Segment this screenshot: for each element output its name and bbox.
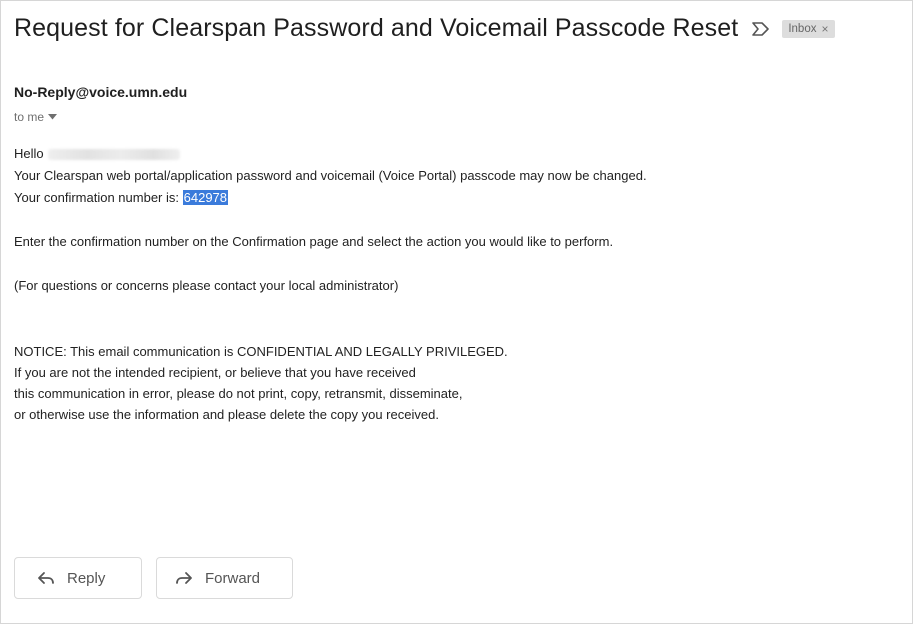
forward-label: Forward [205,569,261,587]
inbox-label-text: Inbox [788,22,817,35]
reply-label: Reply [67,569,106,587]
inbox-label-chip[interactable]: Inbox × [782,19,835,38]
email-body: Hello Your Clearspan web portal/applicat… [14,143,647,425]
confirmation-line: Your confirmation number is: 642978 [14,187,647,209]
chevron-down-icon [48,114,58,120]
reply-button[interactable]: Reply [14,557,142,599]
notice-line: or otherwise use the information and ple… [14,407,439,422]
notice-line: this communication in error, please do n… [14,386,463,401]
sender-address: No-Reply@voice.umn.edu [14,84,188,100]
email-subject: Request for Clearspan Password and Voice… [14,14,739,42]
recipient-details-toggle[interactable]: to me [14,110,58,124]
forward-button[interactable]: Forward [156,557,293,599]
confirmation-number[interactable]: 642978 [182,190,229,205]
subject-row: Request for Clearspan Password and Voice… [14,14,835,43]
email-view: Request for Clearspan Password and Voice… [0,0,913,624]
forward-arrow-icon [175,571,193,585]
recipient-text: to me [14,110,45,124]
remove-label-icon[interactable]: × [821,22,828,36]
importance-marker-icon[interactable] [752,21,770,36]
questions-text: (For questions or concerns please contac… [14,278,399,293]
notice-line: NOTICE: This email communication is CONF… [14,344,508,359]
confidentiality-notice: NOTICE: This email communication is CONF… [14,341,647,425]
message-actions: Reply Forward [14,557,293,599]
redacted-recipient-name [47,149,180,161]
reply-arrow-icon [37,571,55,585]
greeting-text: Hello [14,146,44,161]
body-text-line: Your Clearspan web portal/application pa… [14,168,647,183]
instruction-text: Enter the confirmation number on the Con… [14,234,614,249]
notice-line: If you are not the intended recipient, o… [14,365,416,380]
confirmation-prefix: Your confirmation number is: [14,190,179,205]
greeting-line: Hello [14,143,647,165]
